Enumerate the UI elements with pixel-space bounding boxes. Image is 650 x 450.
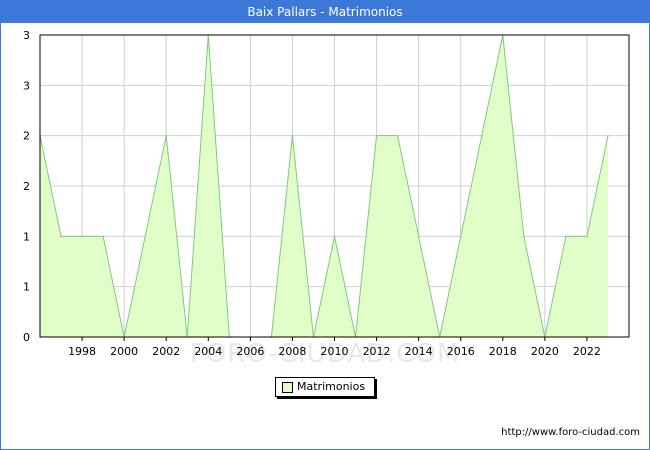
data-point	[607, 134, 609, 137]
data-point	[60, 235, 62, 238]
x-tick-label: 2018	[489, 345, 517, 358]
x-tick-label: 2004	[194, 345, 222, 358]
y-tick-label: 3	[23, 79, 30, 92]
data-point	[480, 134, 483, 137]
x-axis-ticks: 1998 2000 2002 2004 2006 2008 2010 2012 2014 2016…	[68, 337, 601, 358]
data-point	[81, 235, 83, 238]
y-tick-label: 1	[23, 230, 30, 243]
data-point	[165, 134, 168, 137]
x-tick-label: 2010	[321, 345, 349, 358]
x-tick-label: 2002	[152, 345, 180, 358]
y-tick-label: 2	[23, 130, 30, 143]
data-point	[523, 235, 525, 238]
legend-swatch	[282, 382, 293, 393]
y-tick-label: 0	[23, 331, 30, 344]
data-point	[459, 235, 462, 238]
data-point	[333, 235, 336, 238]
data-point	[375, 134, 378, 137]
y-tick-label: 3	[23, 29, 30, 42]
data-point	[565, 235, 567, 238]
data-point	[586, 235, 588, 238]
legend: Matrimonios	[275, 377, 375, 397]
x-tick-label: 2012	[363, 345, 391, 358]
data-point	[291, 134, 294, 137]
legend-label: Matrimonios	[297, 380, 366, 393]
x-tick-label: 2000	[110, 345, 138, 358]
data-point	[417, 235, 420, 238]
x-tick-label: 2022	[573, 345, 601, 358]
data-point	[144, 235, 146, 238]
x-tick-label: 2016	[447, 345, 475, 358]
y-tick-label: 1	[23, 281, 30, 294]
source-url[interactable]: http://www.foro-ciudad.com	[501, 427, 640, 438]
y-axis-ticks: 0 1 1 2 2 3 3	[23, 29, 30, 344]
x-tick-label: 1998	[68, 345, 96, 358]
x-tick-label: 2008	[278, 345, 306, 358]
x-tick-label: 2006	[236, 345, 264, 358]
data-point	[396, 134, 399, 137]
data-point	[102, 235, 104, 238]
y-tick-label: 2	[23, 180, 30, 193]
x-tick-label: 2014	[405, 345, 433, 358]
x-tick-label: 2020	[531, 345, 559, 358]
